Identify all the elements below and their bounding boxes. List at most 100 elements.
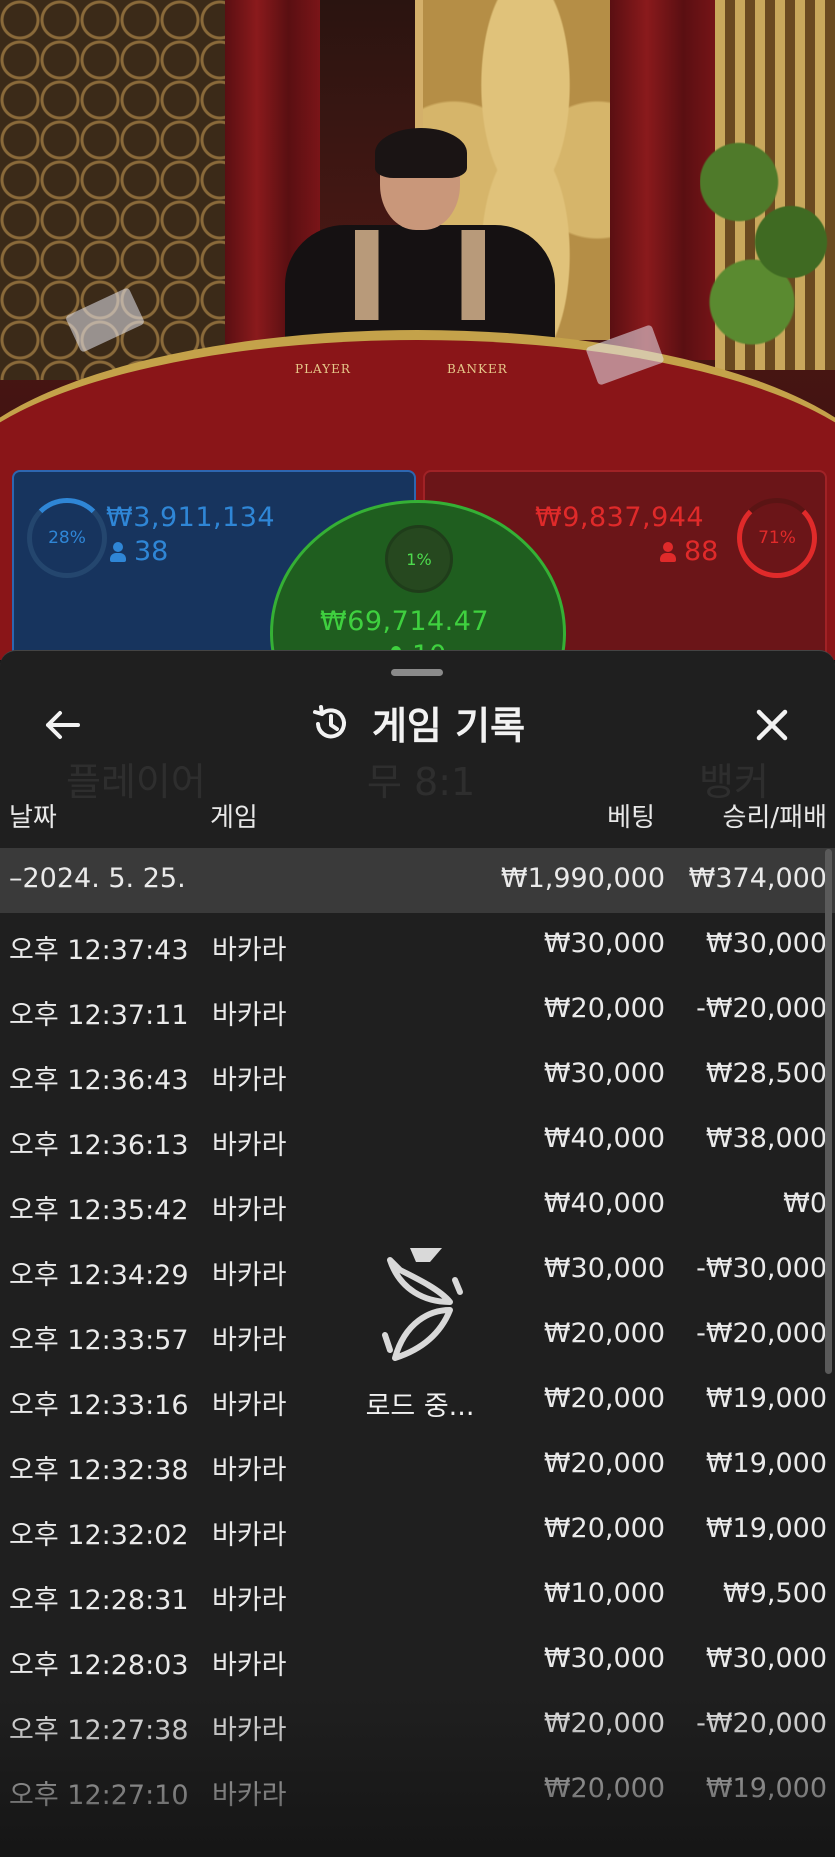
row-time: 오후 12:32:02 — [9, 1520, 189, 1551]
row-game: 바카라 — [212, 1715, 287, 1746]
date-group-row[interactable]: –2024. 5. 25. ₩1,990,000 ₩374,000 — [0, 848, 835, 913]
history-icon — [310, 703, 352, 754]
row-time: 오후 12:32:38 — [9, 1455, 189, 1486]
loading-text: 로드 중... — [365, 1391, 475, 1422]
row-bet: ₩40,000 — [543, 1188, 665, 1219]
history-row[interactable]: 오후 12:35:42 바카라 ₩40,000 ₩0 — [0, 1173, 835, 1238]
row-bet: ₩30,000 — [543, 928, 665, 959]
column-header-date: 날짜 — [9, 803, 57, 833]
sheet-title: 게임 기록 — [0, 695, 835, 754]
ghost-tie-label: 무 8:1 — [367, 760, 476, 804]
history-row[interactable]: 오후 12:32:38 바카라 ₩20,000 ₩19,000 — [0, 1433, 835, 1498]
row-game: 바카라 — [212, 1390, 287, 1421]
row-time: 오후 12:28:03 — [9, 1650, 189, 1681]
player-bet-amount: ₩3,911,134 — [106, 502, 276, 533]
row-result: ₩30,000 — [705, 1643, 827, 1674]
row-bet: ₩20,000 — [543, 1448, 665, 1479]
row-bet: ₩20,000 — [543, 1318, 665, 1349]
column-header-result: 승리/패배 — [722, 803, 827, 833]
row-time: 오후 12:36:43 — [9, 1065, 189, 1096]
column-header-bet: 베팅 — [607, 803, 655, 833]
group-date: –2024. 5. 25. — [9, 863, 186, 894]
row-time: 오후 12:27:10 — [9, 1780, 189, 1811]
tie-bet-amount: ₩69,714.47 — [320, 606, 490, 637]
history-row[interactable]: 오후 12:28:31 바카라 ₩10,000 ₩9,500 — [0, 1563, 835, 1628]
close-icon — [756, 709, 788, 741]
row-game: 바카라 — [212, 1195, 287, 1226]
banker-percent: 71% — [758, 528, 796, 548]
row-time: 오후 12:37:43 — [9, 935, 189, 966]
column-header-game: 게임 — [210, 803, 258, 833]
row-time: 오후 12:33:57 — [9, 1325, 189, 1356]
row-bet: ₩30,000 — [543, 1058, 665, 1089]
row-result: -₩20,000 — [696, 993, 827, 1024]
tie-percent: 1% — [385, 525, 453, 593]
row-time: 오후 12:27:38 — [9, 1715, 189, 1746]
row-game: 바카라 — [212, 1780, 287, 1811]
history-row[interactable]: 오후 12:36:43 바카라 ₩30,000 ₩28,500 — [0, 1043, 835, 1108]
row-bet: ₩30,000 — [543, 1253, 665, 1284]
row-result: -₩30,000 — [696, 1253, 827, 1284]
row-result: -₩20,000 — [696, 1708, 827, 1739]
row-game: 바카라 — [212, 1260, 287, 1291]
row-result: ₩19,000 — [705, 1448, 827, 1479]
row-bet: ₩20,000 — [543, 1773, 665, 1804]
banker-bet-amount: ₩9,837,944 — [535, 502, 705, 533]
banker-bettor-count: 88 — [660, 536, 718, 567]
row-result: ₩19,000 — [705, 1513, 827, 1544]
row-time: 오후 12:35:42 — [9, 1195, 189, 1226]
history-row[interactable]: 오후 12:37:43 바카라 ₩30,000 ₩30,000 — [0, 913, 835, 978]
person-icon — [660, 542, 676, 562]
row-time: 오후 12:37:11 — [9, 1000, 189, 1031]
scrollbar[interactable] — [825, 849, 832, 1374]
player-percent: 28% — [48, 528, 86, 548]
row-bet: ₩30,000 — [543, 1643, 665, 1674]
group-total-result: ₩374,000 — [688, 863, 827, 894]
group-total-bet: ₩1,990,000 — [500, 863, 665, 894]
row-result: ₩19,000 — [705, 1383, 827, 1414]
row-bet: ₩20,000 — [543, 1708, 665, 1739]
row-game: 바카라 — [212, 1000, 287, 1031]
close-button[interactable] — [744, 697, 800, 753]
dealer-vest — [355, 230, 485, 320]
row-time: 오후 12:36:13 — [9, 1130, 189, 1161]
row-result: ₩9,500 — [723, 1578, 827, 1609]
row-bet: ₩10,000 — [543, 1578, 665, 1609]
history-row[interactable]: 오후 12:37:11 바카라 ₩20,000 -₩20,000 — [0, 978, 835, 1043]
row-result: ₩19,000 — [705, 1773, 827, 1804]
table-label-player: PLAYER — [295, 362, 351, 376]
history-row[interactable]: 오후 12:27:38 바카라 ₩20,000 -₩20,000 — [0, 1693, 835, 1758]
history-row[interactable]: 오후 12:36:13 바카라 ₩40,000 ₩38,000 — [0, 1108, 835, 1173]
person-icon — [110, 542, 126, 562]
row-game: 바카라 — [212, 1520, 287, 1551]
loading-spinner-icon — [382, 1248, 463, 1361]
history-row[interactable]: 오후 12:28:03 바카라 ₩30,000 ₩30,000 — [0, 1628, 835, 1693]
row-game: 바카라 — [212, 1325, 287, 1356]
row-game: 바카라 — [212, 1130, 287, 1161]
plant-decoration — [700, 110, 830, 350]
row-bet: ₩40,000 — [543, 1123, 665, 1154]
ghost-player-label: 플레이어 — [66, 760, 206, 804]
row-result: ₩38,000 — [705, 1123, 827, 1154]
history-row[interactable]: 오후 12:32:02 바카라 ₩20,000 ₩19,000 — [0, 1498, 835, 1563]
player-percent-ring: 28% — [27, 498, 107, 578]
row-result: ₩28,500 — [705, 1058, 827, 1089]
row-time: 오후 12:34:29 — [9, 1260, 189, 1291]
row-game: 바카라 — [212, 935, 287, 966]
row-result: ₩0 — [783, 1188, 827, 1219]
row-result: ₩30,000 — [705, 928, 827, 959]
row-game: 바카라 — [212, 1455, 287, 1486]
row-game: 바카라 — [212, 1585, 287, 1616]
player-bettor-count: 38 — [110, 536, 168, 567]
drag-handle[interactable] — [391, 669, 443, 676]
row-bet: ₩20,000 — [543, 1383, 665, 1414]
row-time: 오후 12:33:16 — [9, 1390, 189, 1421]
loading-indicator: 로드 중... — [340, 1240, 500, 1423]
history-row[interactable]: 오후 12:27:10 바카라 ₩20,000 ₩19,000 — [0, 1758, 835, 1823]
row-result: -₩20,000 — [696, 1318, 827, 1349]
dealer-hair — [375, 128, 467, 178]
banker-percent-ring: 71% — [737, 498, 817, 578]
row-bet: ₩20,000 — [543, 1513, 665, 1544]
row-game: 바카라 — [212, 1650, 287, 1681]
table-label-banker: BANKER — [447, 362, 508, 376]
